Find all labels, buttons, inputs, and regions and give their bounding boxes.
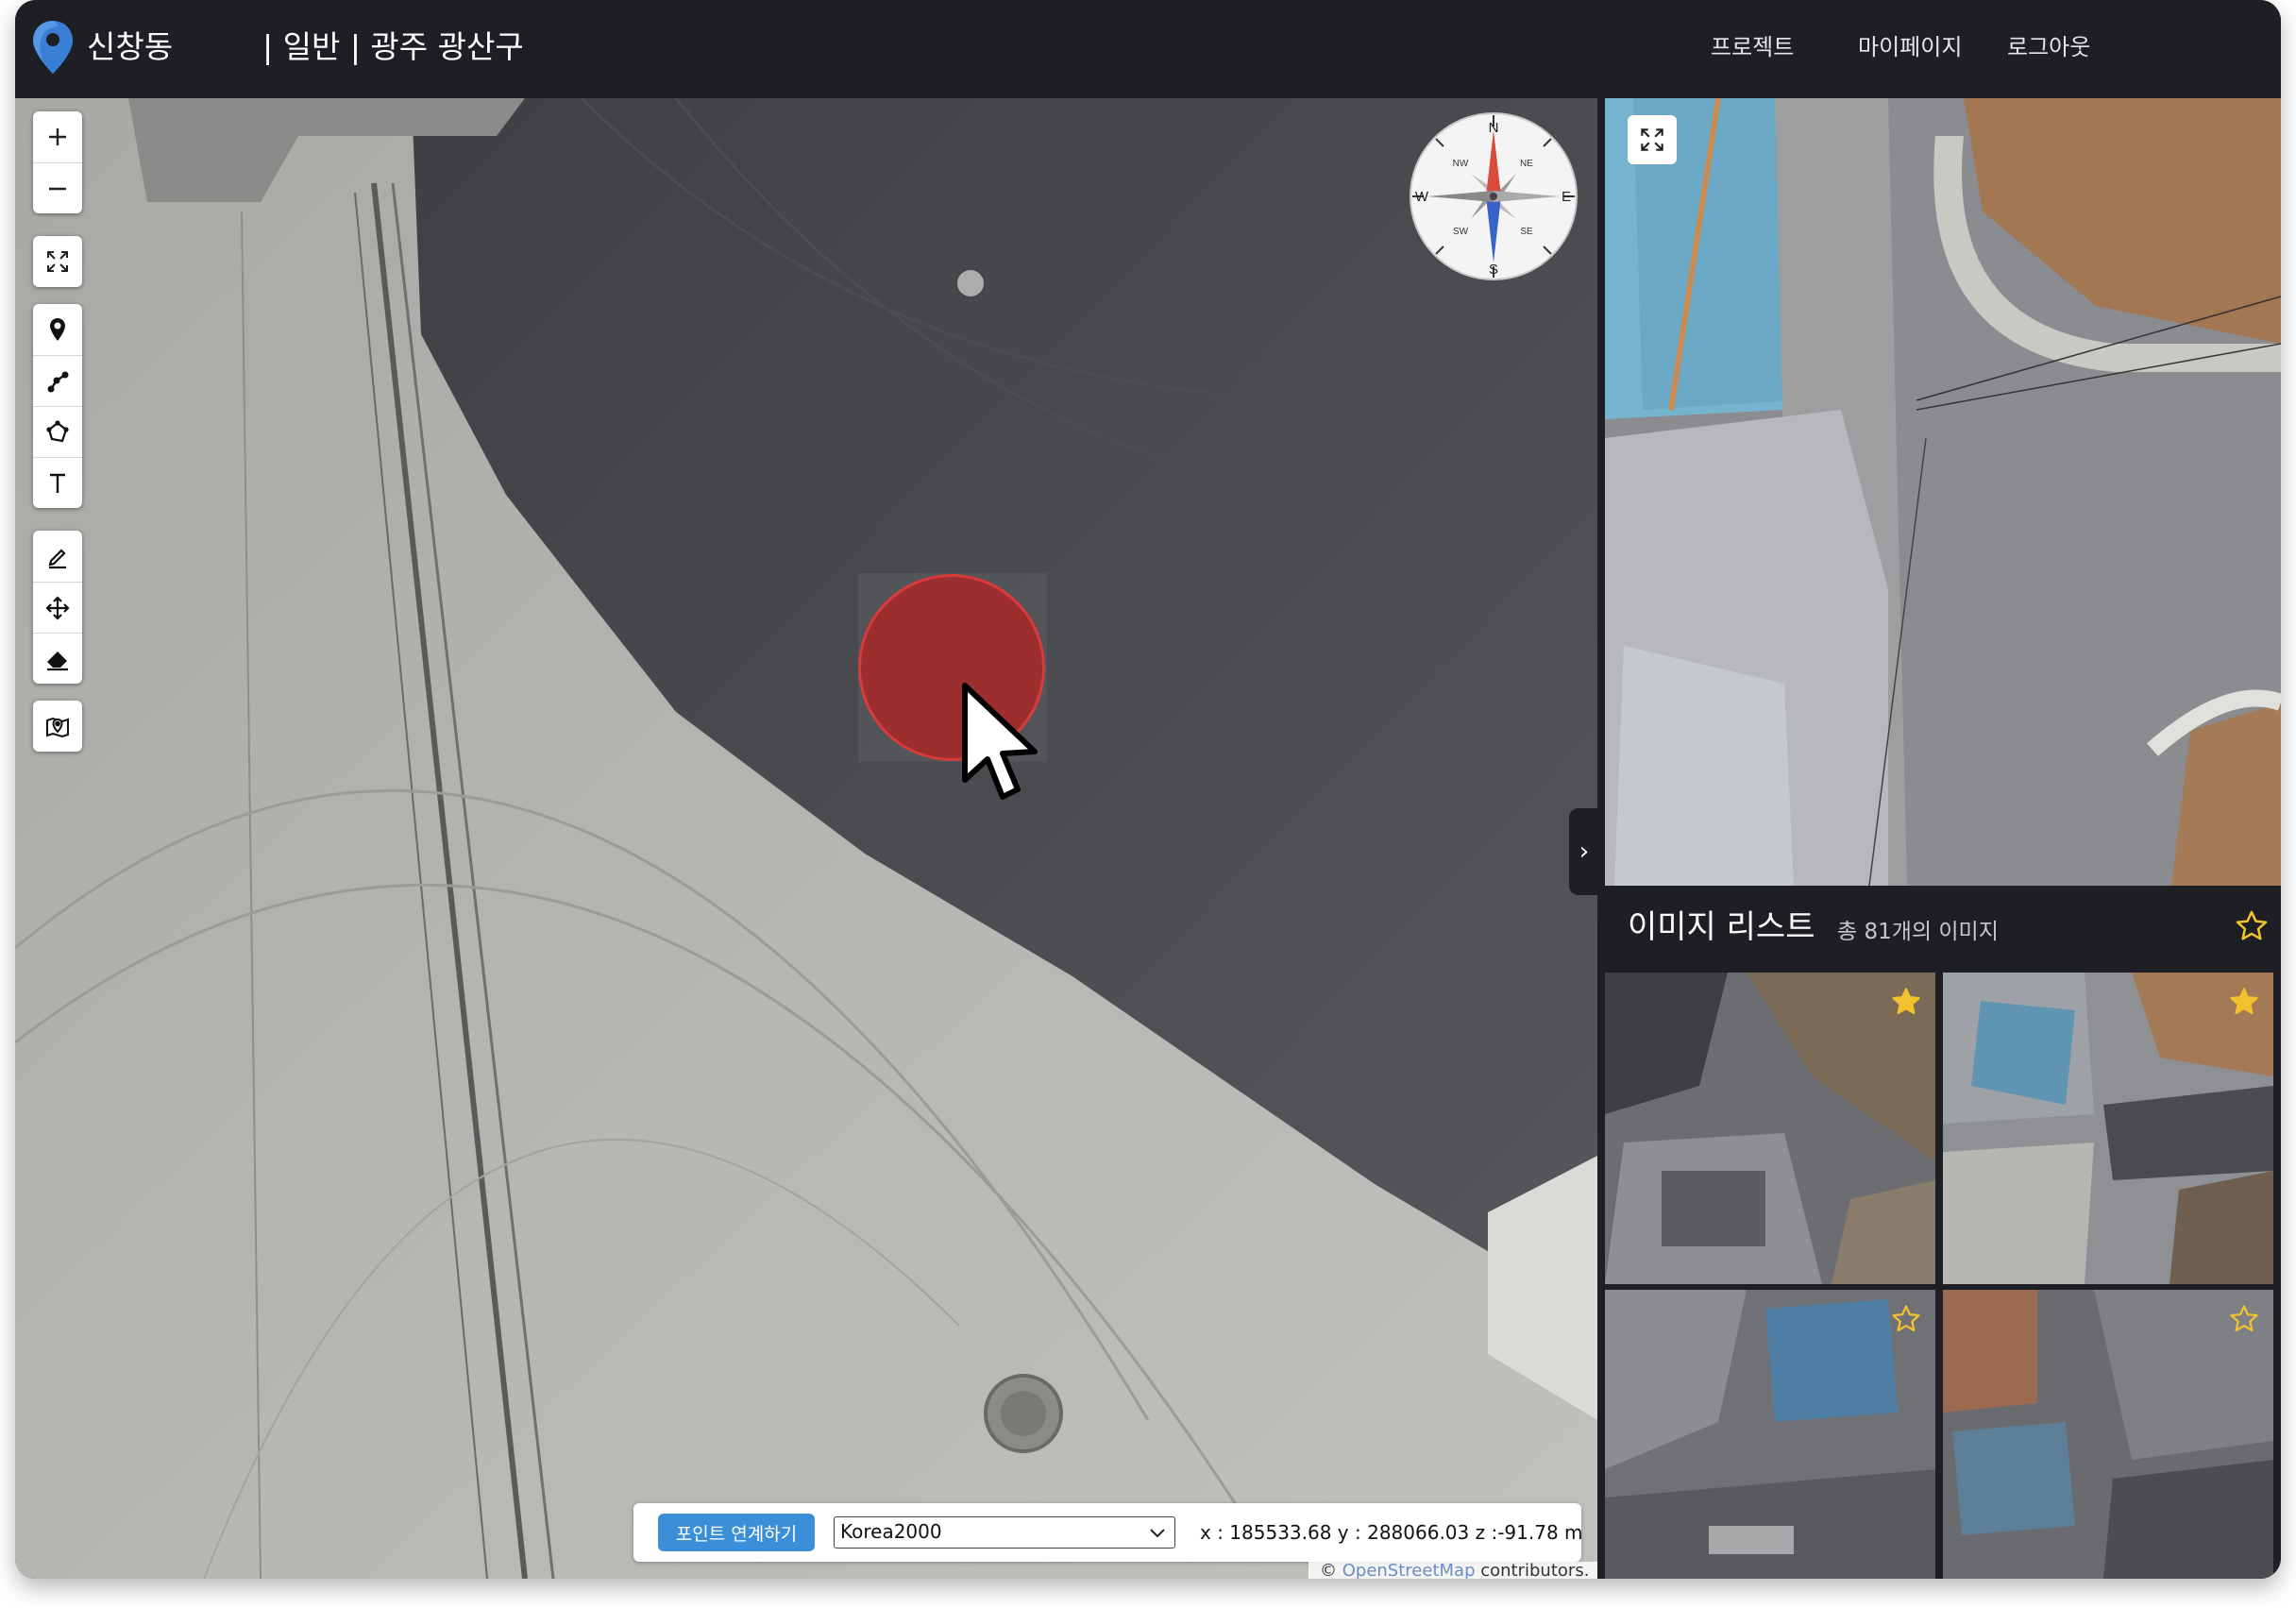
image-thumbnail[interactable] [1605, 1290, 1935, 1579]
nav-logout-link[interactable]: 로그아웃 [2007, 32, 2090, 62]
thumbnail-image [1943, 973, 2273, 1284]
fullscreen-control [33, 236, 82, 287]
eraser-tool-button[interactable] [33, 633, 82, 684]
app-window: 신창동 | 일반 | 광주 광산구 프로젝트 마이페이지 로그아웃 N S E … [15, 0, 2281, 1579]
thumbnail-image [1605, 973, 1935, 1284]
map-attribution: © OpenStreetMap contributors. [1308, 1562, 1597, 1579]
nav-projects-link[interactable]: 프로젝트 [1711, 32, 1794, 62]
zoom-in-button[interactable] [33, 111, 82, 162]
eraser-icon [47, 651, 68, 670]
compass-sw-label: SW [1453, 227, 1469, 237]
compass-n-label: N [1489, 120, 1499, 136]
mouse-cursor-icon [962, 683, 1038, 800]
favorite-star-icon[interactable] [1890, 1303, 1922, 1335]
project-name: 신창동 [87, 28, 174, 65]
zoom-out-icon [49, 187, 66, 190]
compass-nw-label: NW [1453, 159, 1469, 169]
favorite-star-icon[interactable] [1890, 986, 1922, 1018]
zoom-in-icon [49, 128, 66, 145]
polygon-icon [46, 419, 69, 442]
link-point-button[interactable]: 포인트 연계하기 [658, 1514, 815, 1551]
top-header: 신창동 | 일반 | 광주 광산구 프로젝트 마이페이지 로그아웃 [15, 0, 2281, 98]
map-layer-icon [46, 717, 69, 738]
fullscreen-icon [47, 251, 68, 272]
compass-w-label: W [1415, 189, 1429, 205]
favorites-filter-star-icon[interactable] [2234, 908, 2270, 944]
line-icon [47, 371, 69, 392]
compass-icon: N S E W NE NW SE SW [1410, 112, 1578, 280]
image-list-title: 이미지 리스트 [1628, 908, 1815, 946]
zoom-out-button[interactable] [33, 162, 82, 213]
favorite-star-icon[interactable] [2228, 1303, 2260, 1335]
thumbnail-image [1943, 1290, 2273, 1579]
cursor-coordinates: x : 185533.68 y : 288066.03 z :-91.78 m [1200, 1521, 1583, 1544]
favorite-star-icon[interactable] [2228, 986, 2260, 1018]
chevron-down-icon [1150, 1529, 1165, 1538]
draw-tools [33, 304, 82, 508]
preview-aerial-image [1605, 98, 2281, 886]
move-tool-button[interactable] [33, 582, 82, 633]
thumbnail-image [1605, 1290, 1935, 1579]
fullscreen-button[interactable] [33, 236, 82, 287]
attribution-suffix: contributors. [1480, 1561, 1590, 1580]
point-marker-icon [50, 318, 65, 341]
image-preview[interactable] [1605, 98, 2281, 886]
polygon-tool-button[interactable] [33, 406, 82, 457]
project-subtitle: | 일반 | 광주 광산구 [262, 28, 524, 65]
image-list-count: 총 81개의 이미지 [1837, 920, 1999, 944]
line-tool-button[interactable] [33, 355, 82, 406]
zoom-controls [33, 111, 82, 213]
compass-s-label: S [1489, 262, 1498, 278]
edit-tool-button[interactable] [33, 531, 82, 582]
fullscreen-icon [1641, 128, 1663, 151]
edit-icon [48, 549, 66, 569]
crs-selected-value: Korea2000 [840, 1520, 942, 1543]
coordinate-bar: 포인트 연계하기 Korea2000 x : 185533.68 y : 288… [633, 1503, 1583, 1562]
move-icon [45, 595, 70, 620]
map-view[interactable]: N S E W NE NW SE SW 포인트 연계하기 Korea2000 x… [15, 98, 1597, 1579]
compass-e-label: E [1562, 189, 1571, 205]
compass-ne-label: NE [1520, 159, 1533, 169]
location-pin-logo-icon[interactable] [30, 19, 76, 77]
aerial-map-image [15, 98, 1597, 1579]
nav-mypage-link[interactable]: 마이페이지 [1858, 32, 1962, 62]
osm-link[interactable]: OpenStreetMap [1342, 1561, 1476, 1580]
image-panel: 이미지 리스트 총 81개의 이미지 [1597, 98, 2281, 1579]
crs-select[interactable]: Korea2000 [834, 1516, 1175, 1549]
layer-control [33, 701, 82, 752]
attribution-prefix: © [1320, 1561, 1337, 1580]
text-icon [50, 473, 65, 493]
map-layer-button[interactable] [33, 701, 82, 752]
image-thumbnail[interactable] [1943, 973, 2273, 1284]
point-tool-button[interactable] [33, 304, 82, 355]
preview-fullscreen-button[interactable] [1628, 115, 1677, 164]
edit-tools [33, 531, 82, 684]
image-thumbnail[interactable] [1605, 973, 1935, 1284]
compass-se-label: SE [1520, 227, 1533, 237]
image-thumbnail[interactable] [1943, 1290, 2273, 1579]
panel-toggle-button[interactable]: › [1569, 808, 1597, 895]
text-tool-button[interactable] [33, 457, 82, 508]
